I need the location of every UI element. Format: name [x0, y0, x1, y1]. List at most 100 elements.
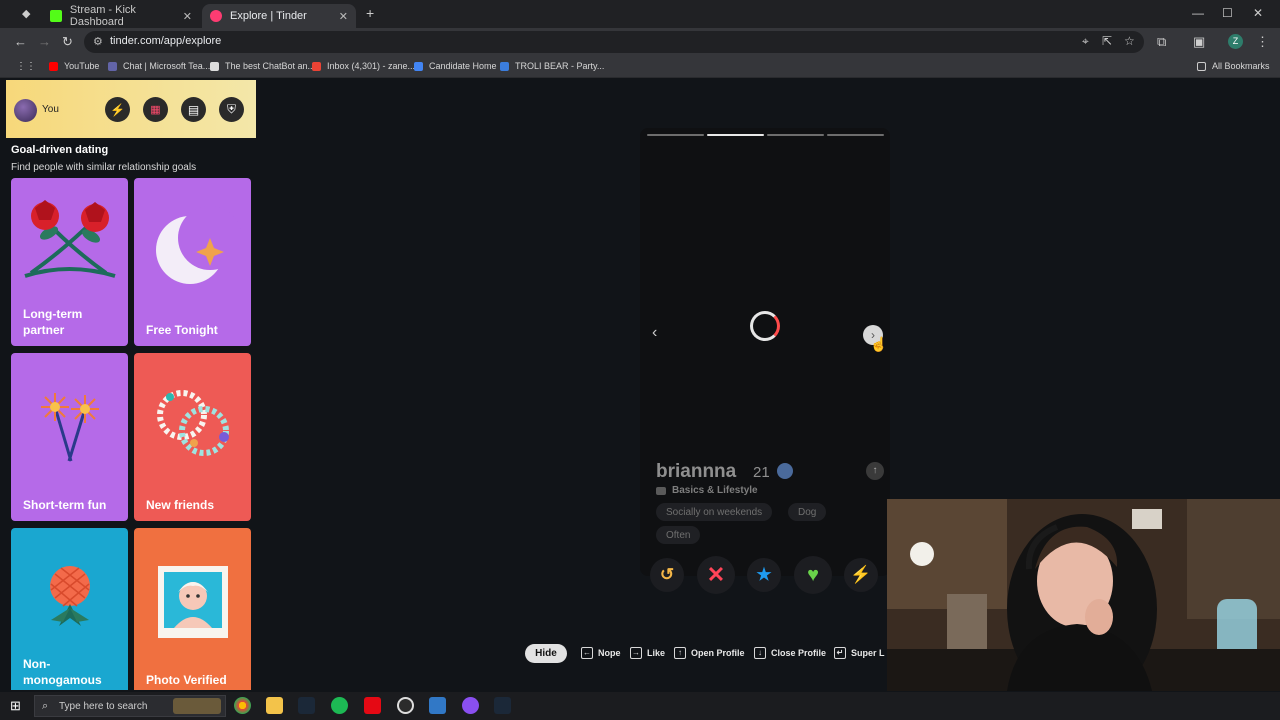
- discord-icon[interactable]: [462, 697, 479, 714]
- bookmark-chatbot[interactable]: The best ChatBot an...: [210, 61, 315, 71]
- left-key-icon: ←: [581, 647, 593, 659]
- close-tab-icon[interactable]: ✕: [339, 10, 348, 23]
- menu-kebab-icon[interactable]: ⋮: [1256, 34, 1269, 50]
- steam-icon[interactable]: [298, 697, 315, 714]
- tab-title: Explore | Tinder: [230, 10, 307, 22]
- maximize-icon[interactable]: ☐: [1222, 6, 1233, 20]
- passport-button[interactable]: ▤: [181, 97, 206, 122]
- bookmark-gmail[interactable]: Inbox (4,301) - zane...: [312, 61, 415, 71]
- profile-name: briannna: [656, 461, 737, 482]
- nope-button[interactable]: ✕: [697, 556, 735, 594]
- photo-indicator[interactable]: [647, 134, 704, 136]
- install-app-icon[interactable]: ⇱: [1102, 34, 1112, 48]
- tab-tinder-explore[interactable]: Explore | Tinder ✕: [202, 4, 356, 28]
- forward-icon[interactable]: →: [38, 34, 51, 49]
- verified-badge-icon: [777, 463, 793, 479]
- roses-icon: [24, 200, 116, 278]
- bookmark-star-icon[interactable]: ☆: [1124, 34, 1135, 48]
- goal-card-photo-verified[interactable]: Photo Verified: [134, 528, 251, 690]
- location-icon[interactable]: ⌖: [1082, 34, 1089, 49]
- user-avatar[interactable]: [14, 99, 37, 122]
- extensions-icon[interactable]: ⧉: [1157, 34, 1166, 50]
- photo-indicator-active[interactable]: [707, 134, 764, 136]
- shortcut-close-profile: ↓ Close Profile: [754, 647, 826, 659]
- tab-search-icon[interactable]: ◆: [22, 7, 30, 20]
- site-info-icon[interactable]: ⚙: [93, 35, 103, 48]
- goal-card-free-tonight[interactable]: Free Tonight: [134, 178, 251, 346]
- tinder-icon: [210, 10, 222, 22]
- open-profile-icon[interactable]: ↑: [866, 462, 884, 480]
- profile-card[interactable]: ‹ › ☝ briannna 21 ↑ Basics & Lifestyle S…: [640, 128, 890, 594]
- card-label: Photo Verified: [146, 673, 227, 687]
- bracelets-icon: [157, 390, 229, 456]
- windows-taskbar: ⊞ ⌕ Type here to search: [0, 692, 1280, 720]
- app-icon[interactable]: [429, 697, 446, 714]
- safety-button[interactable]: ⛨: [219, 97, 244, 122]
- photo-indicator[interactable]: [827, 134, 884, 136]
- up-key-icon: ↑: [674, 647, 686, 659]
- search-placeholder: Type here to search: [59, 701, 148, 712]
- rewind-icon: ↺: [659, 565, 675, 584]
- like-button[interactable]: ♥: [794, 556, 832, 594]
- goal-card-new-friends[interactable]: New friends: [134, 353, 251, 521]
- bookmark-teams[interactable]: Chat | Microsoft Tea...: [108, 61, 210, 71]
- minimize-icon[interactable]: —: [1192, 6, 1204, 20]
- bookmark-candidate-home[interactable]: Candidate Home: [414, 61, 497, 71]
- apps-grid-icon[interactable]: ⋮⋮: [16, 61, 36, 72]
- boost-action-button[interactable]: ⚡: [844, 558, 878, 592]
- lightning-icon: ⚡: [850, 565, 872, 584]
- close-tab-icon[interactable]: ✕: [183, 10, 192, 23]
- you-label[interactable]: You: [42, 104, 59, 115]
- heart-icon: ♥: [807, 563, 819, 586]
- goal-card-long-term-partner[interactable]: Long-term partner: [11, 178, 128, 346]
- shortcut-nope: ← Nope: [581, 647, 621, 659]
- hide-shortcuts-button[interactable]: Hide: [525, 644, 567, 663]
- tab-title: Stream - Kick Dashboard: [69, 4, 136, 28]
- lifestyle-chip: Socially on weekends: [656, 503, 773, 521]
- chrome-icon[interactable]: [234, 697, 251, 714]
- windows-start-icon[interactable]: ⊞: [10, 698, 21, 714]
- previous-photo-icon[interactable]: ‹: [652, 324, 657, 342]
- boost-button[interactable]: ⚡: [105, 97, 130, 122]
- card-label: Long-term partner: [23, 307, 83, 337]
- bookmark-troli-bear[interactable]: TROLI BEAR - Party...: [500, 61, 604, 71]
- card-label: Non-monogamous: [23, 657, 102, 687]
- screen: ◆ Stream - Kick Dashboard ✕ Explore | Ti…: [0, 0, 1280, 720]
- spotify-icon[interactable]: [331, 697, 348, 714]
- side-panel-icon[interactable]: ▣: [1193, 34, 1205, 50]
- reload-icon[interactable]: ↻: [62, 34, 73, 50]
- new-tab-button[interactable]: +: [366, 5, 374, 21]
- right-key-icon: →: [630, 647, 642, 659]
- address-bar[interactable]: ⚙ tinder.com/app/explore ⌖ ⇱ ☆: [84, 31, 1144, 53]
- section-subtitle: Find people with similar relationship go…: [11, 162, 197, 173]
- netflix-icon[interactable]: [364, 697, 381, 714]
- close-window-icon[interactable]: ✕: [1253, 6, 1263, 20]
- bookmarks-bar: ⋮⋮ YouTube Chat | Microsoft Tea... The b…: [0, 56, 1280, 78]
- all-bookmarks[interactable]: All Bookmarks: [1197, 61, 1270, 71]
- super-like-button[interactable]: ★: [747, 558, 781, 592]
- profile-avatar[interactable]: Z: [1228, 34, 1243, 49]
- explore-button[interactable]: ▦: [143, 97, 168, 122]
- obs-icon[interactable]: [397, 697, 414, 714]
- candidate-icon: [414, 61, 423, 71]
- webcam-image: [887, 499, 1280, 691]
- teams-icon: [108, 61, 117, 71]
- file-explorer-icon[interactable]: [266, 697, 283, 714]
- url-text: tinder.com/app/explore: [110, 35, 222, 47]
- troli-icon: [500, 61, 509, 71]
- photo-indicator[interactable]: [767, 134, 824, 136]
- browser-toolbar: ← → ↻ ⚙ tinder.com/app/explore ⌖ ⇱ ☆ ⧉ ▣…: [0, 28, 1280, 56]
- bookmark-youtube[interactable]: YouTube: [49, 61, 99, 71]
- taskbar-search[interactable]: ⌕ Type here to search: [34, 695, 226, 717]
- card-label: New friends: [146, 498, 215, 512]
- rewind-button[interactable]: ↺: [650, 558, 684, 592]
- shortcut-like: → Like: [630, 647, 666, 659]
- shortcut-super-like: ↵ Super L: [834, 647, 885, 659]
- goal-card-short-term-fun[interactable]: Short-term fun: [11, 353, 128, 521]
- back-icon[interactable]: ←: [14, 34, 27, 49]
- down-key-icon: ↓: [754, 647, 766, 659]
- goal-card-non-monogamous[interactable]: Non-monogamous: [11, 528, 128, 690]
- search-highlight-icon: [173, 698, 221, 714]
- tab-kick-dashboard[interactable]: Stream - Kick Dashboard ✕: [42, 4, 200, 28]
- steam-icon-2[interactable]: [494, 697, 511, 714]
